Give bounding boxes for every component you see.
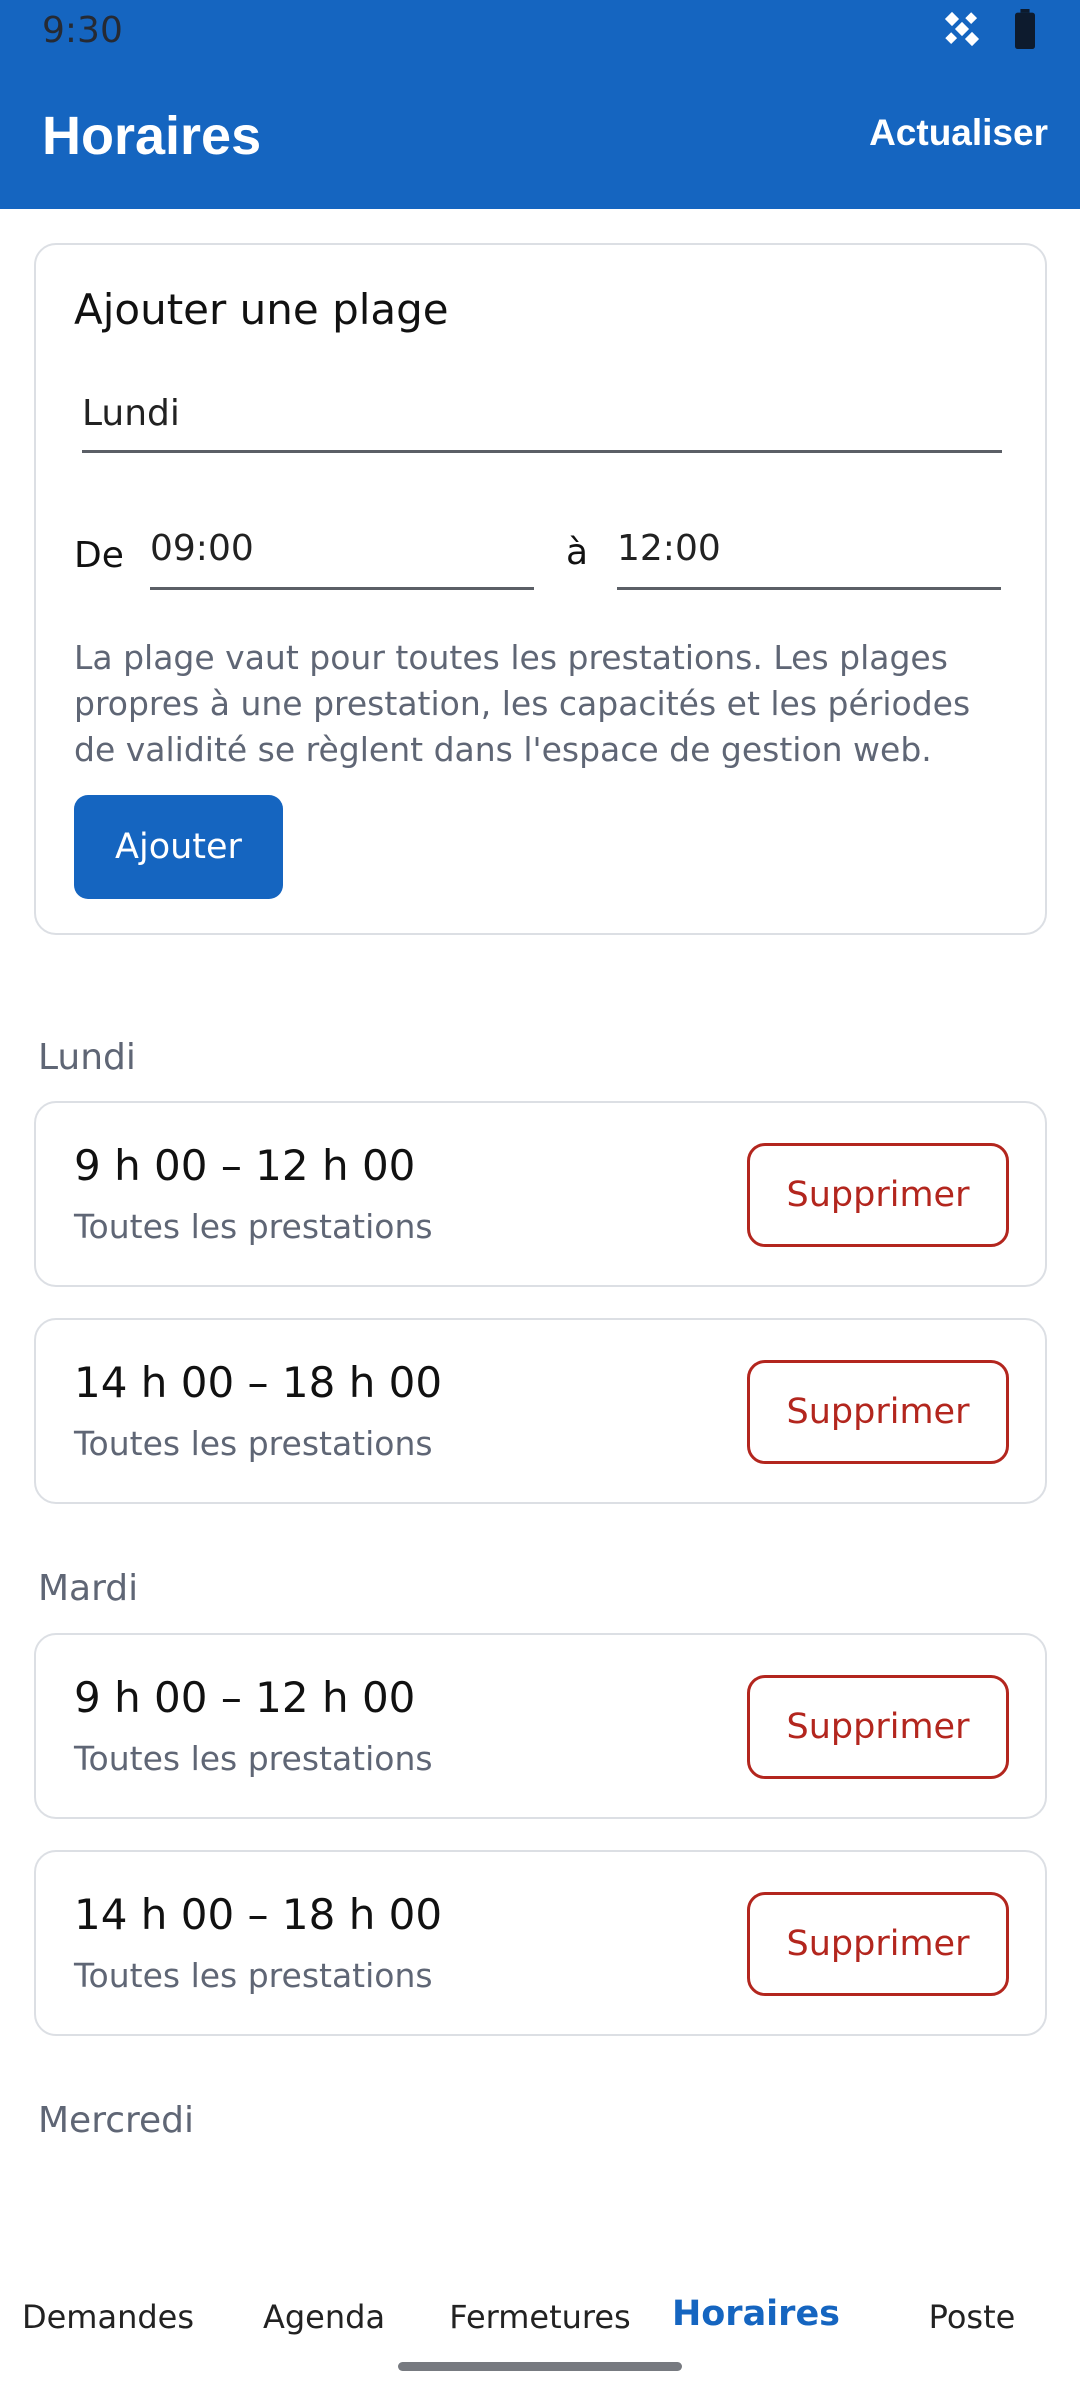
help-text: La plage vaut pour toutes les prestation… (74, 638, 971, 769)
to-time-field[interactable]: 12:00 (617, 528, 1001, 590)
day-header-mercredi: Mercredi (38, 2100, 195, 2141)
app-bar: 9:30 Horaires Actualiser (0, 0, 1080, 209)
slot-time: 9 h 00 – 12 h 00 (74, 1141, 416, 1190)
slot-scope: Toutes les prestations (74, 1956, 433, 1995)
from-time-value: 09:00 (150, 528, 254, 569)
from-time-field[interactable]: 09:00 (150, 528, 534, 590)
page-title: Horaires (42, 106, 262, 166)
delete-button[interactable]: Supprimer (747, 1360, 1009, 1464)
slot-scope: Toutes les prestations (74, 1207, 433, 1246)
status-icons (942, 9, 1038, 53)
slot-card: 9 h 00 – 12 h 00 Toutes les prestations … (34, 1633, 1047, 1819)
nav-item-agenda[interactable]: Agenda (216, 2298, 432, 2336)
slot-card: 14 h 00 – 18 h 00 Toutes les prestations… (34, 1318, 1047, 1504)
status-time: 9:30 (42, 10, 123, 51)
slot-time: 9 h 00 – 12 h 00 (74, 1673, 416, 1722)
day-select[interactable]: Lundi (82, 393, 1002, 453)
nav-item-horaires[interactable]: Horaires (648, 2294, 864, 2334)
delete-button[interactable]: Supprimer (747, 1892, 1009, 1996)
to-time-value: 12:00 (617, 528, 721, 569)
add-slot-title: Ajouter une plage (74, 285, 449, 334)
nav-item-demandes[interactable]: Demandes (0, 2298, 216, 2336)
nav-item-fermetures[interactable]: Fermetures (432, 2298, 648, 2336)
home-indicator[interactable] (398, 2362, 682, 2371)
day-header-mardi: Mardi (38, 1568, 139, 1609)
delete-button[interactable]: Supprimer (747, 1143, 1009, 1247)
from-label: De (74, 535, 124, 576)
satellite-icon (942, 9, 982, 53)
slot-time: 14 h 00 – 18 h 00 (74, 1358, 443, 1407)
refresh-button[interactable]: Actualiser (869, 112, 1048, 154)
to-label: à (566, 532, 589, 573)
day-header-lundi: Lundi (38, 1037, 136, 1078)
bottom-nav: Demandes Agenda Fermetures Horaires Post… (0, 2220, 1080, 2400)
nav-item-poste[interactable]: Poste (864, 2298, 1080, 2336)
slot-time: 14 h 00 – 18 h 00 (74, 1890, 443, 1939)
slot-scope: Toutes les prestations (74, 1739, 433, 1778)
add-button[interactable]: Ajouter (74, 795, 283, 899)
delete-button[interactable]: Supprimer (747, 1675, 1009, 1779)
battery-icon (1012, 9, 1038, 53)
day-select-value: Lundi (82, 393, 180, 434)
add-slot-card: Ajouter une plage Lundi De 09:00 à 12:00… (34, 243, 1047, 935)
slot-card: 9 h 00 – 12 h 00 Toutes les prestations … (34, 1101, 1047, 1287)
slot-scope: Toutes les prestations (74, 1424, 433, 1463)
slot-card: 14 h 00 – 18 h 00 Toutes les prestations… (34, 1850, 1047, 2036)
